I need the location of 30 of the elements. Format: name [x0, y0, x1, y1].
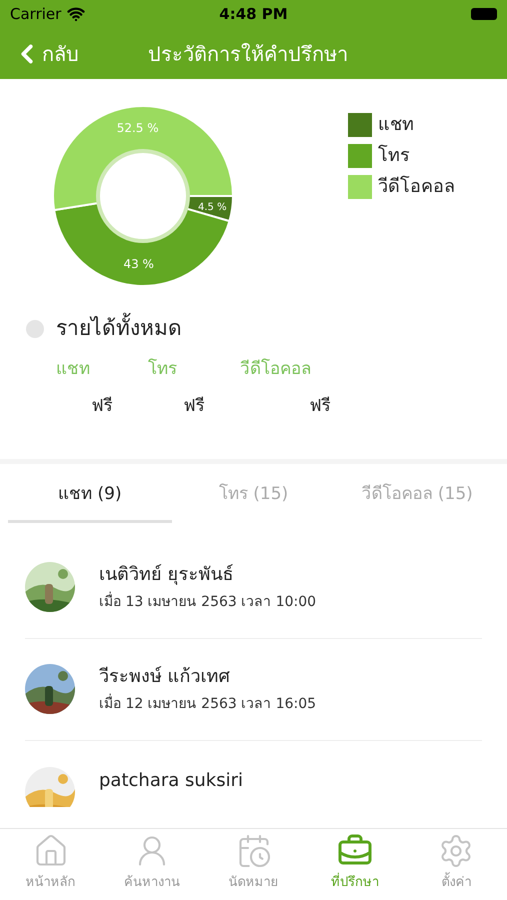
- slice-label: 4.5 %: [198, 202, 227, 213]
- consultant-name: เนติวิทย์ ยุระพันธ์: [99, 563, 235, 587]
- page-title: ประวัติการให้คำปรึกษา: [148, 40, 348, 68]
- income-label: แชท: [56, 358, 90, 380]
- tab[interactable]: แชท (9): [8, 482, 172, 522]
- tab-bar-item[interactable]: ที่ปรึกษา: [304, 829, 406, 900]
- tab-bar-item[interactable]: หน้าหลัก: [0, 829, 102, 900]
- clock-text: 4:48 PM: [219, 4, 288, 25]
- legend-label: แชท: [378, 113, 414, 137]
- income-value: ฟรี: [184, 395, 204, 418]
- income-value: ฟรี: [310, 395, 330, 418]
- consultant-name: วีระพงษ์ แก้วเทศ: [99, 665, 231, 689]
- income-title: รายได้ทั้งหมด: [56, 313, 182, 344]
- income-label: โทร: [148, 358, 177, 380]
- tab-bar-item[interactable]: ค้นหางาน: [101, 829, 203, 900]
- legend-label: วีดีโอคอล: [378, 174, 455, 199]
- tab-bar-item[interactable]: ตั้งค่า: [406, 829, 507, 900]
- carrier-text: Carrier: [10, 4, 62, 25]
- tab[interactable]: โทร (15): [172, 482, 336, 522]
- income-label: วีดีโอคอล: [240, 358, 311, 380]
- slice-label: 52.5 %: [116, 121, 159, 136]
- income-value: ฟรี: [92, 395, 112, 418]
- consult-date: เมื่อ 13 เมษายน 2563 เวลา 10:00: [99, 592, 316, 613]
- back-button[interactable]: กลับ: [12, 38, 79, 68]
- slice-label: 43 %: [123, 256, 154, 271]
- legend-label: โทร: [378, 144, 410, 168]
- tab[interactable]: วีดีโอคอล (15): [335, 482, 500, 522]
- consult-date: เมื่อ 12 เมษายน 2563 เวลา 16:05: [99, 694, 316, 715]
- consultant-name: patchara suksiri: [99, 768, 243, 792]
- tab-bar-item[interactable]: นัดหมาย: [202, 829, 304, 900]
